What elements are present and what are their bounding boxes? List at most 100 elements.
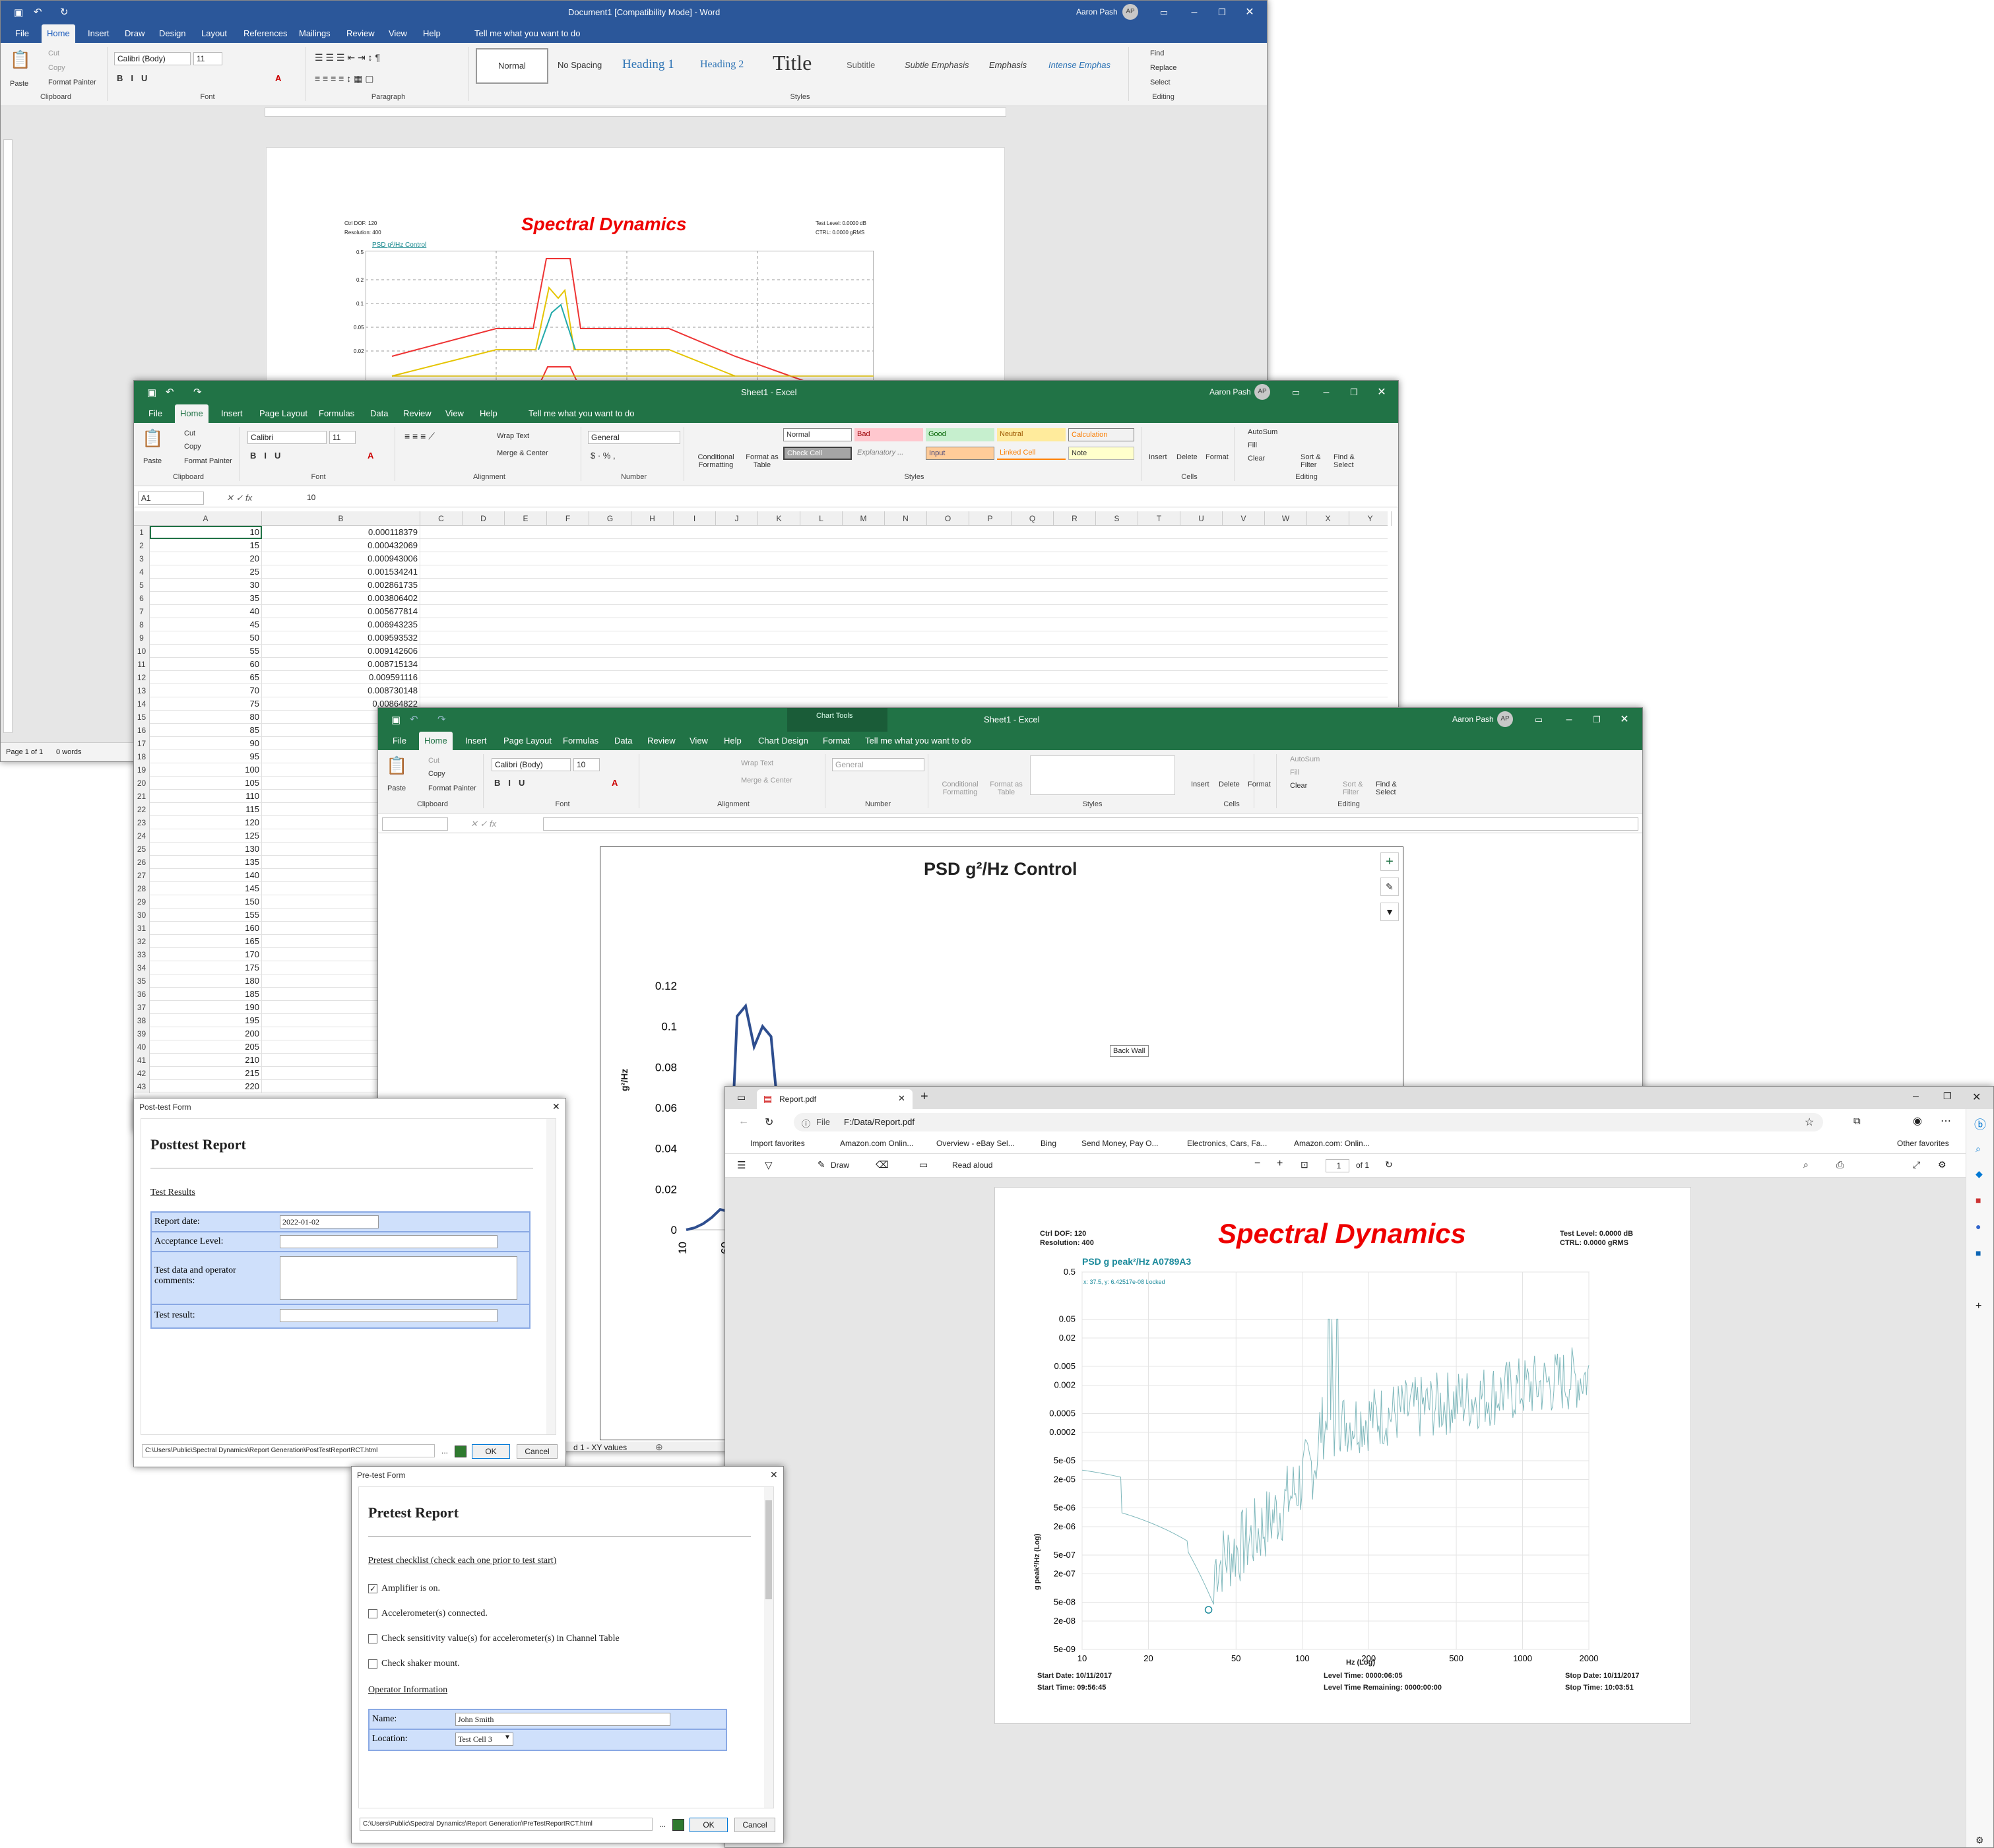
insert-cells-button[interactable]: Insert [1149, 453, 1167, 461]
ribbon-display-icon[interactable]: ▭ [1524, 708, 1554, 732]
tab-review[interactable]: Review [398, 404, 437, 423]
favorite-star-icon[interactable]: ☆ [1805, 1116, 1814, 1129]
tab-view[interactable]: View [383, 24, 412, 43]
cell-a[interactable]: 45 [150, 618, 262, 631]
column-header-b[interactable]: B [262, 511, 420, 526]
checkbox[interactable]: ✓ [368, 1583, 377, 1593]
tab-home[interactable]: Home [42, 24, 75, 43]
copy-button[interactable]: Copy [428, 770, 445, 778]
row-header[interactable]: 9 [134, 631, 150, 645]
other-favorites[interactable]: Other favorites [1897, 1135, 1949, 1151]
close-button[interactable]: ✕ [1972, 1091, 1981, 1104]
redo-icon[interactable]: ↷ [193, 386, 202, 398]
fx-icon[interactable]: ✕ ✓ fx [470, 819, 496, 829]
row-header[interactable]: 35 [134, 974, 150, 988]
row-header[interactable]: 15 [134, 711, 150, 724]
tab-view[interactable]: View [684, 732, 713, 750]
row-header[interactable]: 25 [134, 843, 150, 856]
contents-icon[interactable]: ☰ [737, 1159, 746, 1171]
cell-a[interactable]: 85 [150, 724, 262, 737]
style-bad[interactable]: Bad [854, 428, 923, 441]
cell-a[interactable]: 10 [150, 526, 262, 539]
cell-a[interactable]: 150 [150, 895, 262, 908]
row-header[interactable]: 41 [134, 1054, 150, 1067]
row-header[interactable]: 40 [134, 1040, 150, 1054]
column-header-v[interactable]: V [1223, 511, 1265, 526]
redo-icon[interactable]: ↷ [437, 713, 446, 725]
cell-b[interactable]: 0.000432069 [262, 539, 420, 552]
cell-a[interactable]: 205 [150, 1040, 262, 1054]
column-header-r[interactable]: R [1054, 511, 1096, 526]
style-note[interactable]: Note [1068, 447, 1134, 460]
row-header[interactable]: 12 [134, 671, 150, 684]
maximize-button[interactable]: ❐ [1582, 708, 1612, 732]
format-painter-button[interactable]: Format Painter [184, 457, 232, 465]
style-neutral[interactable]: Neutral [997, 428, 1066, 441]
cursor-marker[interactable] [1204, 1606, 1213, 1614]
tab-design[interactable]: Design [154, 24, 191, 43]
style-normal[interactable]: Normal [476, 48, 548, 84]
save-icon[interactable]: ▣ [391, 714, 401, 726]
undo-icon[interactable]: ↶ [410, 713, 418, 725]
cell-b[interactable]: 0.009142606 [262, 645, 420, 658]
replace-button[interactable]: Replace [1150, 64, 1176, 72]
back-icon[interactable]: ← [738, 1116, 749, 1128]
row-header[interactable]: 28 [134, 882, 150, 895]
redo-icon[interactable]: ↻ [60, 6, 69, 18]
tab-file[interactable]: File [10, 24, 34, 43]
fav-ebay[interactable]: Overview - eBay Sel... [936, 1135, 1015, 1151]
highlight-icon[interactable]: ▽ [765, 1159, 773, 1171]
cell-a[interactable]: 175 [150, 961, 262, 974]
user-name[interactable]: Aaron Pash [1076, 7, 1118, 16]
sort-filter-button[interactable]: Sort & Filter [1343, 781, 1376, 796]
style-input[interactable]: Input [926, 447, 994, 460]
font-name-select[interactable]: Calibri (Body) [114, 52, 191, 65]
style-good[interactable]: Good [926, 428, 994, 441]
cell-a[interactable]: 215 [150, 1067, 262, 1080]
bing-chat-icon[interactable]: ⓑ [1974, 1116, 1986, 1133]
style-subtle-emphasis[interactable]: Subtle Emphasis [905, 60, 969, 70]
scrollbar-thumb[interactable] [765, 1500, 772, 1599]
tell-me-search[interactable]: Tell me what you want to do [523, 404, 639, 423]
fav-paypal[interactable]: Send Money, Pay O... [1081, 1135, 1159, 1151]
cell-a[interactable]: 115 [150, 803, 262, 816]
number-format-select[interactable]: General [588, 431, 680, 444]
row-header[interactable]: 17 [134, 737, 150, 750]
tab-chart-design[interactable]: Chart Design [753, 732, 814, 750]
format-painter-button[interactable]: Format Painter [428, 784, 476, 792]
user-name[interactable]: Aaron Pash [1452, 715, 1494, 724]
cell-a[interactable]: 30 [150, 579, 262, 592]
find-select-button[interactable]: Find & Select [1334, 453, 1367, 469]
row-header[interactable]: 43 [134, 1080, 150, 1093]
find-select-button[interactable]: Find & Select [1376, 781, 1409, 796]
tab-insert[interactable]: Insert [216, 404, 248, 423]
row-header[interactable]: 16 [134, 724, 150, 737]
row-header[interactable]: 18 [134, 750, 150, 763]
user-name[interactable]: Aaron Pash [1209, 387, 1251, 397]
draw-icon[interactable]: ✎ [818, 1159, 825, 1170]
bullets-icon[interactable]: ☰ ☰ ☰ ⇤ ⇥ ↕ ¶ [315, 52, 380, 63]
cell-b[interactable]: 0.008715134 [262, 658, 420, 671]
tab-data[interactable]: Data [365, 404, 393, 423]
sidebar-settings-icon[interactable]: ⚙ [1976, 1835, 1984, 1846]
word-count[interactable]: 0 words [56, 748, 82, 756]
row-header[interactable]: 34 [134, 961, 150, 974]
cut-button[interactable]: Cut [184, 430, 195, 437]
style-calculation[interactable]: Calculation [1068, 428, 1134, 441]
minimize-button[interactable]: – [1311, 381, 1341, 404]
column-header-l[interactable]: L [800, 511, 843, 526]
fill-button[interactable]: Fill [1248, 441, 1257, 449]
row-header[interactable]: 30 [134, 908, 150, 922]
name-box[interactable]: A1 [138, 492, 204, 505]
font-color-button[interactable]: A [275, 73, 281, 83]
chart-elements-button[interactable]: + [1380, 852, 1399, 871]
cell-a[interactable]: 35 [150, 592, 262, 605]
style-emphasis[interactable]: Emphasis [989, 60, 1027, 70]
conditional-formatting-button[interactable]: Conditional Formatting [690, 453, 742, 469]
cell-a[interactable]: 65 [150, 671, 262, 684]
number-buttons[interactable]: $ · % , [591, 451, 616, 461]
cell-a[interactable]: 120 [150, 816, 262, 829]
ribbon-display-icon[interactable]: ▭ [1281, 381, 1311, 404]
eraser-icon[interactable]: ⌫ [876, 1159, 889, 1170]
cell-b[interactable]: 0.002861735 [262, 579, 420, 592]
